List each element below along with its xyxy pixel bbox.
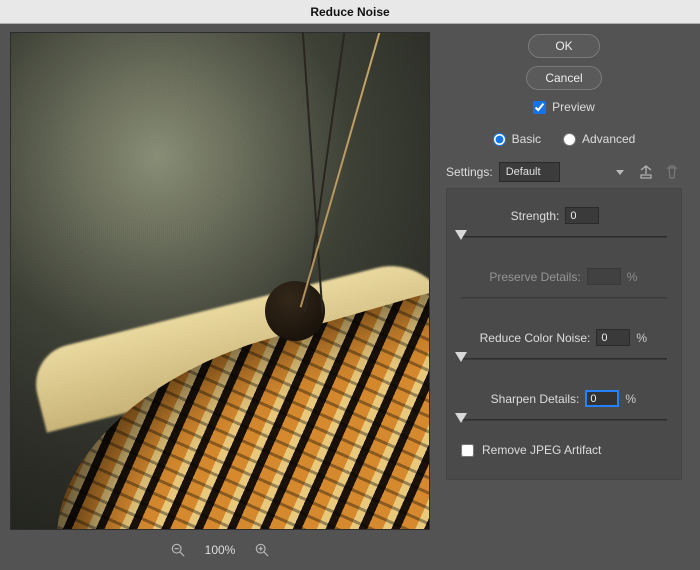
controls-column: OK Cancel Preview Basic Advanced Setting…: [440, 24, 700, 570]
preview-label: Preview: [552, 100, 595, 114]
mode-advanced-option[interactable]: Advanced: [563, 132, 635, 146]
preview-column: 100%: [0, 24, 440, 570]
strength-group: Strength:: [461, 207, 667, 244]
preview-toggle-row: Preview: [446, 100, 682, 114]
dialog-titlebar: Reduce Noise: [0, 0, 700, 24]
zoom-out-button[interactable]: [169, 541, 187, 559]
sharpen-input[interactable]: [585, 390, 619, 407]
trash-icon: [664, 164, 680, 180]
mode-basic-label: Basic: [512, 132, 541, 146]
preview-checkbox[interactable]: [533, 101, 546, 114]
zoom-in-button[interactable]: [253, 541, 271, 559]
zoom-in-icon: [255, 543, 269, 557]
settings-row: Settings: Default: [446, 162, 682, 182]
mode-radio-row: Basic Advanced: [446, 132, 682, 146]
mode-basic-option[interactable]: Basic: [493, 132, 541, 146]
save-preset-button[interactable]: [636, 162, 656, 182]
zoom-bar: 100%: [10, 530, 430, 570]
sharpen-group: Sharpen Details: %: [461, 390, 667, 427]
zoom-out-icon: [171, 543, 185, 557]
color-noise-label: Reduce Color Noise:: [480, 331, 591, 345]
color-noise-unit: %: [636, 331, 648, 345]
color-noise-group: Reduce Color Noise: %: [461, 329, 667, 366]
settings-select-wrap: Default: [499, 162, 630, 182]
delete-preset-button[interactable]: [662, 162, 682, 182]
preserve-details-group: Preserve Details: %: [461, 268, 667, 305]
preserve-details-input: [587, 268, 621, 285]
color-noise-input[interactable]: [596, 329, 630, 346]
strength-label: Strength:: [511, 209, 560, 223]
preview-art: [11, 33, 429, 529]
strength-input[interactable]: [565, 207, 599, 224]
settings-label: Settings:: [446, 165, 493, 179]
mode-advanced-label: Advanced: [582, 132, 635, 146]
settings-select[interactable]: Default: [499, 162, 560, 182]
remove-jpeg-checkbox[interactable]: [461, 444, 474, 457]
image-preview[interactable]: [10, 32, 430, 530]
preserve-details-slider: [461, 291, 667, 305]
preserve-details-unit: %: [627, 270, 639, 284]
cancel-button[interactable]: Cancel: [526, 66, 601, 90]
mode-basic-radio[interactable]: [493, 133, 506, 146]
preserve-details-label: Preserve Details:: [489, 270, 580, 284]
zoom-level: 100%: [205, 543, 236, 557]
sliders-panel: Strength: Preserve Details: %: [446, 188, 682, 480]
sharpen-unit: %: [625, 392, 637, 406]
color-noise-slider[interactable]: [461, 352, 667, 366]
save-preset-icon: [638, 164, 654, 180]
mode-advanced-radio[interactable]: [563, 133, 576, 146]
strength-slider[interactable]: [461, 230, 667, 244]
ok-button[interactable]: OK: [528, 34, 600, 58]
remove-jpeg-row: Remove JPEG Artifact: [461, 443, 667, 457]
sharpen-label: Sharpen Details:: [491, 392, 580, 406]
sharpen-slider[interactable]: [461, 413, 667, 427]
dialog-title: Reduce Noise: [310, 5, 389, 19]
dialog-body: 100% OK Cancel Preview Basic Advanced Se…: [0, 24, 700, 570]
remove-jpeg-label: Remove JPEG Artifact: [482, 443, 601, 457]
